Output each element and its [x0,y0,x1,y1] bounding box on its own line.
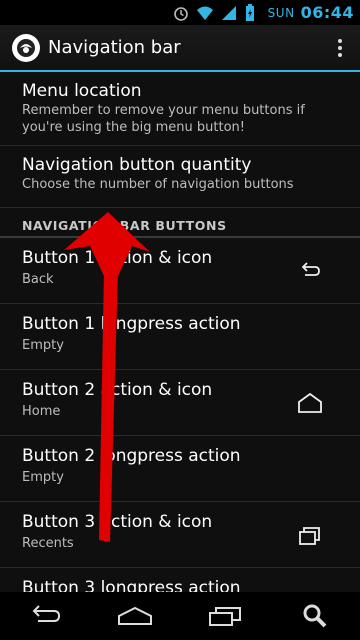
home-icon [298,392,322,413]
row-title: Button 1 longpress action [22,314,241,334]
row-title: Button 1 action & icon [22,248,213,268]
pref-nav-button-quantity[interactable]: Navigation button quantity Choose the nu… [0,146,360,208]
row-summary: Recents [22,536,74,551]
row-summary: Home [22,404,61,419]
app-logo-icon[interactable] [12,33,40,62]
action-bar: Navigation bar [0,25,360,72]
signal-icon [220,4,238,22]
back-icon [301,262,320,276]
nav-back-button[interactable] [20,596,70,636]
row-title: Button 3 longpress action [22,578,241,592]
alarm-icon [172,4,190,22]
recents-icon [299,527,320,545]
settings-list[interactable]: Menu location Remember to remove your me… [0,72,360,592]
status-time: 06:44 [300,3,354,22]
button-2-action[interactable]: Button 2 action & icon Home [0,370,360,436]
system-nav-bar [0,592,360,640]
button-2-longpress[interactable]: Button 2 longpress action Empty [0,436,360,502]
button-3-action[interactable]: Button 3 action & icon Recents [0,502,360,568]
battery-icon [244,3,262,22]
pref-summary: Choose the number of navigation buttons [22,177,294,192]
section-header: NAVIGATION BAR BUTTONS [0,208,360,238]
overflow-menu-icon[interactable] [320,24,360,71]
pref-title: Navigation button quantity [22,155,252,175]
row-title: Button 2 action & icon [22,380,213,400]
button-1-longpress[interactable]: Button 1 longpress action Empty [0,304,360,370]
wifi-icon [196,4,214,22]
pref-menu-location[interactable]: Menu location Remember to remove your me… [0,72,360,146]
button-1-action[interactable]: Button 1 action & icon Back [0,238,360,304]
row-title: Button 3 action & icon [22,512,213,532]
button-3-longpress[interactable]: Button 3 longpress action [0,568,360,592]
nav-recents-button[interactable] [200,596,250,636]
row-summary: Back [22,272,54,287]
nav-search-button[interactable] [290,596,340,636]
pref-title: Menu location [22,81,142,101]
pref-summary: Remember to remove your menu buttons if … [22,103,305,135]
row-summary: Empty [22,338,64,353]
nav-home-button[interactable] [110,596,160,636]
page-title: Navigation bar [48,37,181,58]
status-day: SUN [267,5,295,20]
status-bar: SUN 06:44 [0,0,360,25]
row-summary: Empty [22,470,64,485]
row-title: Button 2 longpress action [22,446,241,466]
